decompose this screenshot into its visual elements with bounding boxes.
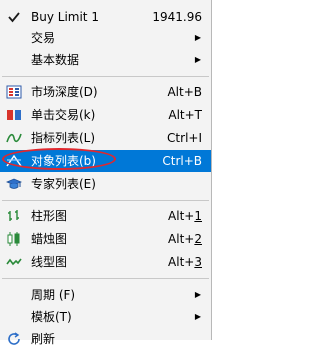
menu-item-market-depth[interactable]: 市场深度(D) Alt+B — [0, 81, 211, 103]
background-strip — [212, 0, 218, 340]
menu-item-line-chart[interactable]: 线型图 Alt+3 — [0, 251, 211, 273]
candlestick-icon — [6, 231, 22, 247]
menu-item-label: 线型图 — [31, 255, 68, 269]
menu-item-period[interactable]: 周期 (F) ▶ — [0, 284, 211, 306]
menu-separator — [2, 76, 209, 77]
submenu-arrow-icon: ▶ — [194, 33, 201, 42]
menu-item-indicators-list[interactable]: 指标列表(L) Ctrl+I — [0, 127, 211, 149]
menu-item-label: 刷新 — [31, 332, 56, 346]
menu-item-label: 单击交易(k) — [31, 108, 96, 122]
menu-separator — [2, 200, 209, 201]
menu-item-bar-chart[interactable]: 柱形图 Alt+1 — [0, 205, 211, 227]
check-icon — [6, 9, 22, 25]
objects-list-icon — [6, 153, 22, 169]
expert-advisor-icon — [6, 176, 22, 192]
market-depth-icon — [6, 84, 22, 100]
submenu-arrow-icon: ▶ — [194, 290, 201, 299]
refresh-icon — [6, 331, 22, 347]
menu-item-shortcut: Ctrl+I — [167, 131, 202, 145]
one-click-trading-icon — [6, 107, 22, 123]
menu-item-shortcut: Alt+1 — [168, 209, 202, 223]
line-chart-icon — [6, 254, 22, 270]
menu-item-shortcut: Alt+B — [167, 85, 202, 99]
menu-item-shortcut: Alt+T — [168, 108, 202, 122]
menu-item-label: 指标列表(L) — [31, 131, 96, 145]
menu-item-label: 基本数据 — [31, 53, 80, 67]
menu-item-label: 市场深度(D) — [31, 85, 98, 99]
indicator-list-icon — [6, 130, 22, 146]
menu-item-trade[interactable]: 交易 ▶ — [0, 27, 211, 49]
chart-context-menu: Buy Limit 1 1941.96 交易 ▶ 基本数据 ▶ 市场深度(D) … — [0, 0, 212, 346]
menu-item-label: 蜡烛图 — [31, 232, 68, 246]
menu-item-label: Buy Limit 1 — [31, 10, 99, 24]
menu-item-label: 对象列表(b) — [31, 154, 96, 168]
menu-item-shortcut: Alt+3 — [168, 255, 202, 269]
bar-chart-icon — [6, 208, 22, 224]
menu-item-shortcut: Alt+2 — [168, 232, 202, 246]
menu-separator — [2, 278, 209, 279]
menu-item-label: 交易 — [31, 31, 56, 45]
menu-item-experts-list[interactable]: 专家列表(E) — [0, 173, 211, 195]
menu-item-label: 周期 (F) — [31, 288, 76, 302]
submenu-arrow-icon: ▶ — [194, 312, 201, 321]
menu-item-candlesticks[interactable]: 蜡烛图 Alt+2 — [0, 228, 211, 250]
menu-item-label: 模板(T) — [31, 310, 72, 324]
menu-item-refresh[interactable]: 刷新 — [0, 328, 211, 350]
menu-item-shortcut: Ctrl+B — [162, 154, 202, 168]
menu-item-template[interactable]: 模板(T) ▶ — [0, 306, 211, 328]
menu-item-fundamentals[interactable]: 基本数据 ▶ — [0, 49, 211, 71]
menu-item-one-click-trading[interactable]: 单击交易(k) Alt+T — [0, 104, 211, 126]
menu-item-label: 专家列表(E) — [31, 177, 96, 191]
menu-item-objects-list[interactable]: 对象列表(b) Ctrl+B — [0, 150, 211, 172]
submenu-arrow-icon: ▶ — [194, 55, 201, 64]
menu-item-label: 柱形图 — [31, 209, 68, 223]
price-value: 1941.96 — [152, 10, 202, 24]
menu-item-buy-limit[interactable]: Buy Limit 1 1941.96 — [0, 6, 211, 28]
